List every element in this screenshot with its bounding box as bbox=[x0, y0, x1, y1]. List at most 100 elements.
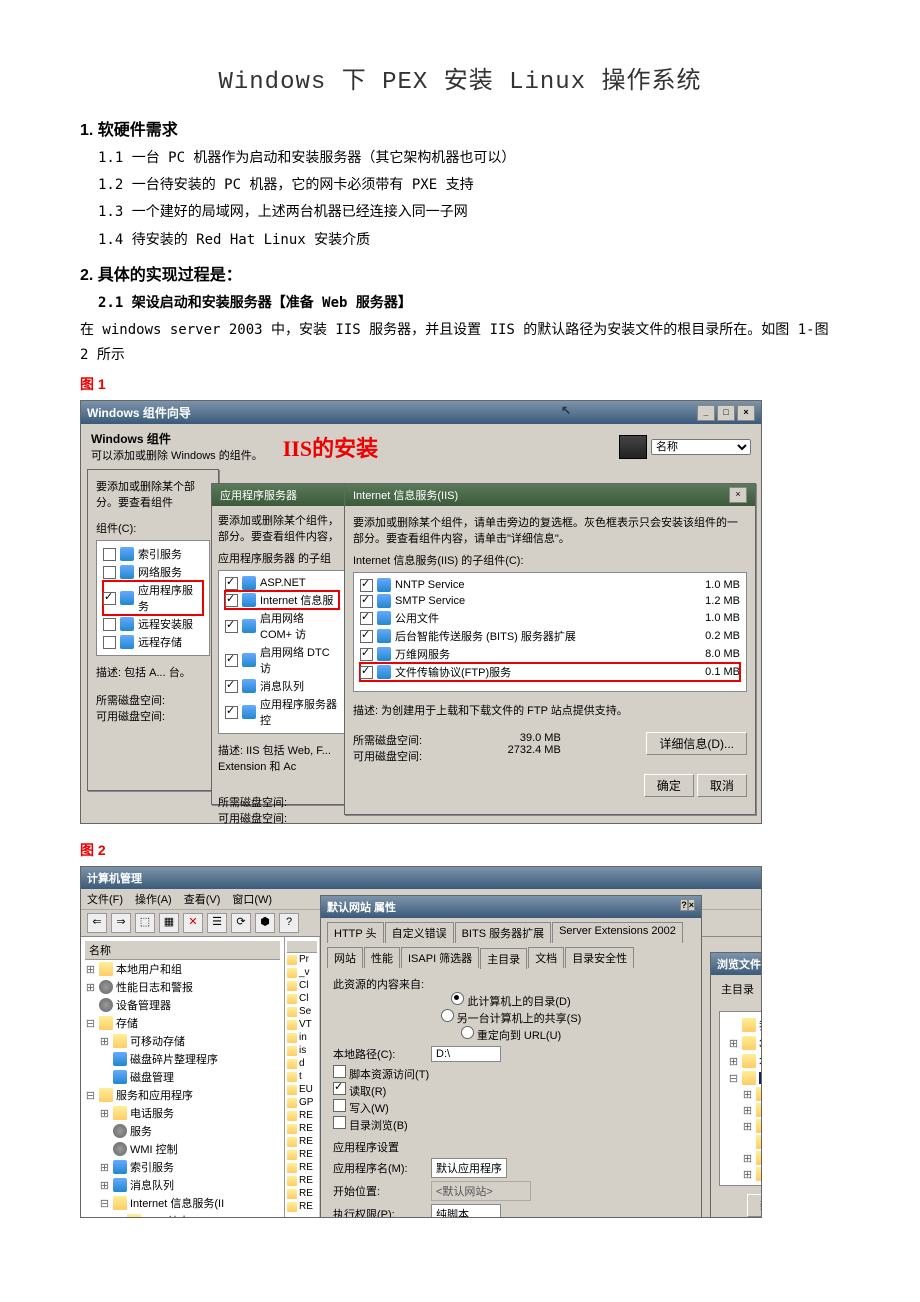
prop-help[interactable]: ? bbox=[680, 899, 688, 911]
list-item[interactable]: 万维网服务8.0 MB bbox=[360, 645, 740, 663]
tree-node[interactable]: ⊞可移动存储 bbox=[85, 1032, 280, 1050]
tree-node[interactable]: 设备管理器 bbox=[85, 996, 280, 1014]
tree-node[interactable]: ⊞消息队列 bbox=[85, 1176, 280, 1194]
tree-node[interactable]: ⊟存储 bbox=[85, 1014, 280, 1032]
list-item[interactable]: GP bbox=[287, 1096, 317, 1109]
ok-button[interactable]: 确定 bbox=[644, 774, 694, 797]
back-button[interactable]: ⇐ bbox=[87, 913, 107, 933]
name-dropdown[interactable]: 名称 bbox=[651, 439, 751, 455]
list-item[interactable]: 应用程序服务 bbox=[103, 581, 203, 615]
checkbox[interactable] bbox=[360, 630, 373, 643]
list-item[interactable]: t bbox=[287, 1070, 317, 1083]
maximize-button[interactable]: □ bbox=[717, 405, 735, 421]
list-item[interactable]: RE bbox=[287, 1122, 317, 1135]
browse-tree-node[interactable]: isolinux bbox=[724, 1134, 762, 1150]
list-item[interactable]: RE bbox=[287, 1161, 317, 1174]
list-item[interactable]: 索引服务 bbox=[103, 545, 203, 563]
checkbox[interactable] bbox=[103, 592, 116, 605]
path-input[interactable]: D:\ bbox=[431, 1046, 501, 1062]
tab-bits[interactable]: BITS 服务器扩展 bbox=[455, 922, 552, 943]
list-item[interactable]: 应用程序服务器控 bbox=[225, 695, 339, 729]
delete-button[interactable]: ✕ bbox=[183, 913, 203, 933]
refresh-button[interactable]: ⟳ bbox=[231, 913, 251, 933]
tab-http[interactable]: HTTP 头 bbox=[327, 922, 384, 943]
tree-node[interactable]: ⊞索引服务 bbox=[85, 1158, 280, 1176]
minimize-button[interactable]: _ bbox=[697, 405, 715, 421]
checkbox[interactable] bbox=[103, 618, 116, 631]
menu-window[interactable]: 窗口(W) bbox=[232, 891, 272, 907]
browse-tree[interactable]: 我的电脑⊞3.5 软盘 (A:)⊞本地磁盘 (C:)⊟RHEL_5.4 i386… bbox=[719, 1011, 762, 1186]
app-name-input[interactable]: 默认应用程序 bbox=[431, 1158, 507, 1178]
list-item[interactable]: NNTP Service1.0 MB bbox=[360, 577, 740, 593]
list-item[interactable]: 远程安装服 bbox=[103, 615, 203, 633]
list-item[interactable]: 公用文件1.0 MB bbox=[360, 609, 740, 627]
browse-tree-node[interactable]: 我的电脑 bbox=[724, 1016, 762, 1034]
tree-node[interactable]: ⊟服务和应用程序 bbox=[85, 1086, 280, 1104]
list-item[interactable]: Cl bbox=[287, 979, 317, 992]
list-item[interactable]: SMTP Service1.2 MB bbox=[360, 593, 740, 609]
list-item[interactable]: ASP.NET bbox=[225, 575, 339, 591]
list-item[interactable]: RE bbox=[287, 1187, 317, 1200]
tree-node[interactable]: ⊞性能日志和警报 bbox=[85, 978, 280, 996]
checkbox[interactable] bbox=[225, 620, 238, 633]
new-folder-button[interactable]: 新建文件夹(M) bbox=[747, 1194, 762, 1217]
menu-view[interactable]: 查看(V) bbox=[184, 891, 221, 907]
list-item[interactable]: Pr bbox=[287, 953, 317, 966]
browse-tree-node[interactable]: ⊟RHEL_5.4 i386 DV (D:) bbox=[724, 1070, 762, 1086]
cb-read[interactable] bbox=[333, 1082, 346, 1095]
list-item[interactable]: 文件传输协议(FTP)服务0.1 MB bbox=[360, 663, 740, 681]
checkbox[interactable] bbox=[103, 548, 116, 561]
tab-docs[interactable]: 文档 bbox=[528, 947, 564, 968]
list-item[interactable]: RE bbox=[287, 1200, 317, 1213]
browse-tree-node[interactable]: ⊞images bbox=[724, 1118, 762, 1134]
checkbox[interactable] bbox=[225, 680, 238, 693]
cancel-button[interactable]: 取消 bbox=[697, 774, 747, 797]
checkbox[interactable] bbox=[225, 706, 238, 719]
list-item[interactable]: Se bbox=[287, 1005, 317, 1018]
perm-select[interactable]: 纯脚本 bbox=[431, 1204, 501, 1218]
tab-perf[interactable]: 性能 bbox=[364, 947, 400, 968]
checkbox[interactable] bbox=[360, 666, 373, 679]
pane3-close[interactable]: × bbox=[729, 487, 747, 503]
checkbox[interactable] bbox=[225, 654, 238, 667]
list-item[interactable]: EU bbox=[287, 1083, 317, 1096]
list-item[interactable]: VT bbox=[287, 1018, 317, 1031]
tab-errors[interactable]: 自定义错误 bbox=[385, 922, 454, 943]
tree-node[interactable]: ⊞FTP 站点 bbox=[85, 1212, 280, 1218]
tab-homedir[interactable]: 主目录 bbox=[480, 948, 527, 969]
t7[interactable]: ⬢ bbox=[255, 913, 275, 933]
cb-write[interactable] bbox=[333, 1099, 346, 1112]
tab-security[interactable]: 目录安全性 bbox=[565, 947, 634, 968]
list-item[interactable]: RE bbox=[287, 1135, 317, 1148]
menu-file[interactable]: 文件(F) bbox=[87, 891, 123, 907]
list-item[interactable]: Cl bbox=[287, 992, 317, 1005]
browse-tree-node[interactable]: ⊞Cluster bbox=[724, 1086, 762, 1102]
list-item[interactable]: 启用网络 DTC 访 bbox=[225, 643, 339, 677]
list-item[interactable]: is bbox=[287, 1044, 317, 1057]
radio-share[interactable] bbox=[441, 1009, 454, 1022]
list-item[interactable]: RE bbox=[287, 1148, 317, 1161]
checkbox[interactable] bbox=[360, 612, 373, 625]
browse-tree-node[interactable]: ⊞ClusterStorage bbox=[724, 1102, 762, 1118]
t5[interactable]: ☰ bbox=[207, 913, 227, 933]
tree-node[interactable]: 服务 bbox=[85, 1122, 280, 1140]
checkbox[interactable] bbox=[225, 577, 238, 590]
checkbox[interactable] bbox=[360, 595, 373, 608]
tree-node[interactable]: ⊟Internet 信息服务(II bbox=[85, 1194, 280, 1212]
tree-node[interactable]: 磁盘管理 bbox=[85, 1068, 280, 1086]
detail-button[interactable]: 详细信息(D)... bbox=[646, 732, 747, 755]
radio-url[interactable] bbox=[461, 1026, 474, 1039]
tab-site[interactable]: 网站 bbox=[327, 947, 363, 968]
browse-tree-node[interactable]: ⊞本地磁盘 (C:) bbox=[724, 1052, 762, 1070]
cb-browse[interactable] bbox=[333, 1116, 346, 1129]
close-button[interactable]: × bbox=[737, 405, 755, 421]
list-item[interactable]: Internet 信息服 bbox=[225, 591, 339, 609]
list-item[interactable]: 远程存储 bbox=[103, 633, 203, 651]
tree-node[interactable]: ⊞本地用户和组 bbox=[85, 960, 280, 978]
list-item[interactable]: 网络服务 bbox=[103, 563, 203, 581]
checkbox[interactable] bbox=[360, 648, 373, 661]
list-item[interactable]: _v bbox=[287, 966, 317, 979]
prop-close[interactable]: × bbox=[688, 899, 695, 911]
tab-ext[interactable]: Server Extensions 2002 bbox=[552, 922, 683, 943]
tree-node[interactable]: ⊞电话服务 bbox=[85, 1104, 280, 1122]
